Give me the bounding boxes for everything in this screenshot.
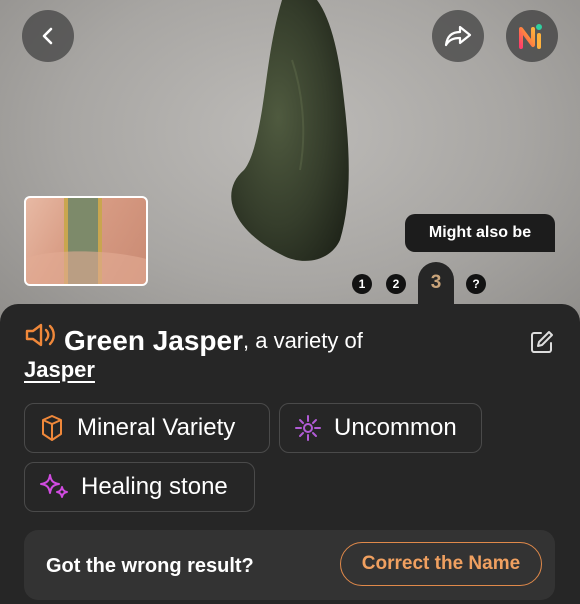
tag-uncommon[interactable]: Uncommon	[279, 403, 482, 453]
species-name: Green Jasper	[64, 325, 243, 356]
page-indicator-1[interactable]: 1	[352, 274, 372, 294]
ring-photo	[26, 198, 146, 284]
ai-assistant-button[interactable]	[506, 10, 558, 62]
tag-label: Healing stone	[81, 473, 228, 500]
back-button[interactable]	[22, 10, 74, 62]
might-also-be-bubble[interactable]: Might also be	[405, 214, 555, 252]
wrong-result-question: Got the wrong result?	[46, 555, 254, 577]
speaker-icon[interactable]	[24, 322, 58, 360]
edit-icon	[531, 331, 553, 353]
variety-text: , a variety of	[243, 328, 363, 353]
result-title: Green Jasper, a variety of	[24, 322, 504, 360]
tag-mineral-variety[interactable]: Mineral Variety	[24, 403, 270, 453]
thumbnail-image[interactable]	[24, 196, 148, 286]
sparkles-icon	[40, 474, 68, 498]
page-indicator-2[interactable]: 2	[386, 274, 406, 294]
stone-image	[231, 0, 349, 261]
page-indicator-3-active[interactable]: 3	[418, 262, 454, 304]
sparkle-center-icon	[295, 415, 321, 441]
tag-healing-stone[interactable]: Healing stone	[24, 462, 255, 512]
tag-label: Uncommon	[334, 414, 457, 441]
share-arrow-icon	[444, 25, 472, 47]
crystal-icon	[42, 415, 62, 441]
correct-name-button[interactable]: Correct the Name	[340, 542, 542, 586]
share-button[interactable]	[432, 10, 484, 62]
tag-label: Mineral Variety	[77, 414, 236, 441]
ai-logo-icon	[519, 24, 542, 49]
page-indicator-unknown[interactable]: ?	[466, 274, 486, 294]
parent-species-link[interactable]: Jasper	[24, 357, 95, 383]
edit-button[interactable]	[530, 330, 554, 359]
chevron-left-icon	[42, 27, 53, 45]
